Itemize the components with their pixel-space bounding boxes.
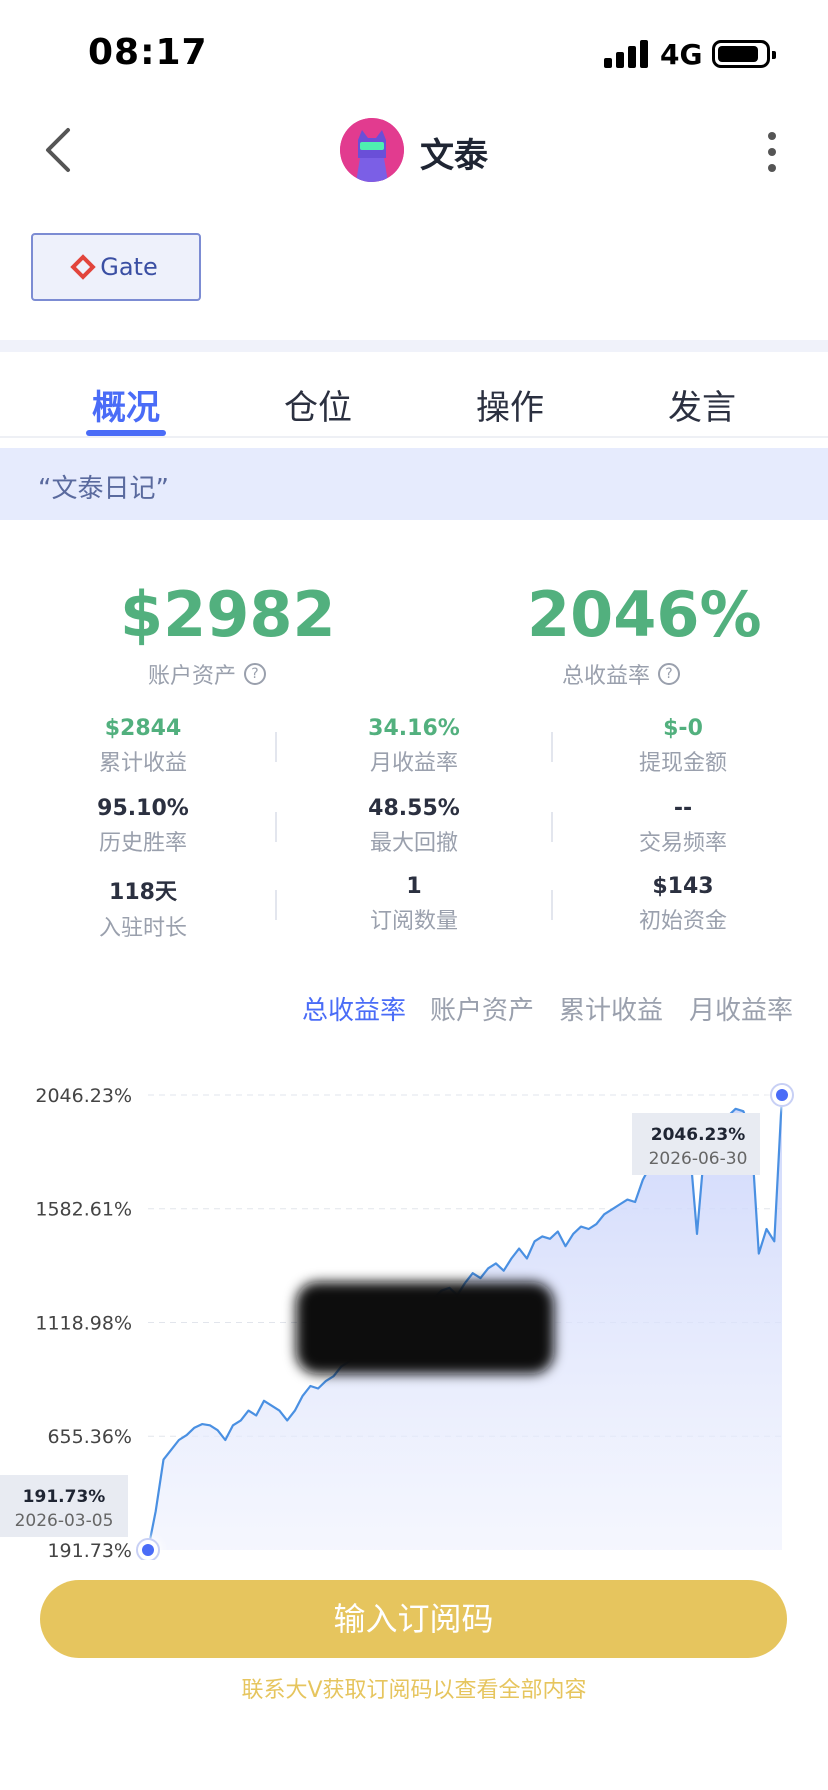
stat-label: 初始资金 [638,909,727,934]
end-marker-tooltip: 2046.23% 2026-06-30 [632,1113,760,1175]
diary-banner: “文泰日记” [0,448,828,520]
chevron-left-icon [46,128,70,172]
end-marker-date: 2026-06-30 [649,1149,748,1169]
stat-label: 累计收益 [98,751,187,776]
stat-value: $143 [652,874,714,899]
stat-cumulative-profit: $2844 累计收益 [5,716,281,777]
stat-label: 交易频率 [638,831,727,856]
stat-value: $-0 [663,716,703,741]
metric-tab-account-assets[interactable]: 账户资产 [430,990,534,1027]
gate-logo-icon [70,254,96,280]
stat-value: $2844 [104,716,182,741]
status-time: 08:17 [88,32,208,73]
y-tick-label: 2046.23% [35,1085,132,1107]
stat-initial-capital: $143 初始资金 [545,874,821,935]
stat-value: 118天 [109,880,177,905]
y-tick-label: 1118.98% [35,1313,132,1335]
battery-icon [712,40,776,68]
stat-value: 48.55% [368,796,460,821]
stat-value: -- [673,796,693,821]
stat-label: 订阅数量 [369,909,458,934]
stat-divider [275,732,277,762]
stat-divider [551,732,553,762]
section-divider [0,340,828,352]
tab-operations[interactable]: 操作 [476,380,544,429]
stat-label: 最大回撤 [369,831,458,856]
nav-bar: 文泰 [0,100,828,200]
trader-name: 文泰 [420,136,488,176]
metric-tab-monthly-return[interactable]: 月收益率 [689,990,793,1027]
tab-posts[interactable]: 发言 [668,380,736,429]
account-assets-label: 账户资产 [148,664,237,689]
account-assets-value: $2982 [120,578,336,651]
return-chart[interactable]: 2046.23% 1582.61% 1118.98% 655.36% 191.73% 2… [0,1060,828,1560]
subscription-hint: 联系大V获取订阅码以查看全部内容 [241,1678,587,1703]
end-point-marker[interactable] [769,1082,795,1108]
total-return-label: 总收益率 [562,664,651,689]
start-marker-date: 2026-03-05 [15,1511,114,1531]
metric-tab-cumulative-profit[interactable]: 累计收益 [559,990,663,1027]
stat-label: 提现金额 [638,751,727,776]
start-marker-tooltip: 191.73% 2026-03-05 [0,1475,128,1537]
stat-value: 34.16% [368,716,460,741]
stat-trade-frequency: -- 交易频率 [545,796,821,857]
stat-label: 入驻时长 [98,916,187,941]
y-tick-label: 191.73% [47,1540,132,1560]
question-circle-icon[interactable]: ? [244,663,267,685]
total-return-value: 2046% [527,578,762,651]
stat-divider [275,812,277,842]
more-button[interactable] [756,124,788,180]
redaction-block [296,1282,554,1374]
diary-title: “文泰日记” [38,474,169,504]
start-marker-value: 191.73% [23,1487,106,1507]
avatar[interactable] [340,118,404,182]
question-circle-icon[interactable]: ? [658,663,681,685]
tab-overview[interactable]: 概况 [92,380,160,429]
end-marker-value: 2046.23% [651,1125,745,1145]
stat-max-drawdown: 48.55% 最大回撤 [276,796,552,857]
stat-label: 历史胜率 [98,831,187,856]
stat-subscriptions: 1 订阅数量 [276,874,552,935]
more-vertical-icon [768,132,776,140]
stat-value: 95.10% [97,796,189,821]
stat-withdrawal: $-0 提现金额 [545,716,821,777]
stat-monthly-return: 34.16% 月收益率 [276,716,552,777]
back-button[interactable] [36,122,86,178]
tab-active-indicator [86,430,166,436]
y-tick-label: 655.36% [47,1426,132,1448]
network-label: 4G [660,38,703,71]
exchange-chip[interactable]: Gate [31,233,201,301]
enter-subscription-code-button[interactable]: 输入订阅码 [40,1580,787,1658]
exchange-label: Gate [100,253,158,281]
tab-positions[interactable]: 仓位 [284,380,352,429]
stat-tenure: 118天 入驻时长 [5,874,281,942]
stat-divider [551,812,553,842]
stat-divider [551,890,553,920]
account-assets-label-row: 账户资产 ? [148,658,267,690]
y-tick-label: 1582.61% [35,1199,132,1221]
tab-bar: 概况 仓位 操作 发言 [0,352,828,438]
stat-label: 月收益率 [369,751,458,776]
stat-win-rate: 95.10% 历史胜率 [5,796,281,857]
status-bar: 08:17 4G [0,0,828,100]
stat-value: 1 [406,874,422,899]
cat-avatar-icon [340,118,404,182]
stat-divider [275,890,277,920]
metric-tab-total-return[interactable]: 总收益率 [302,990,406,1027]
total-return-label-row: 总收益率 ? [562,658,681,690]
signal-icon [604,40,648,68]
